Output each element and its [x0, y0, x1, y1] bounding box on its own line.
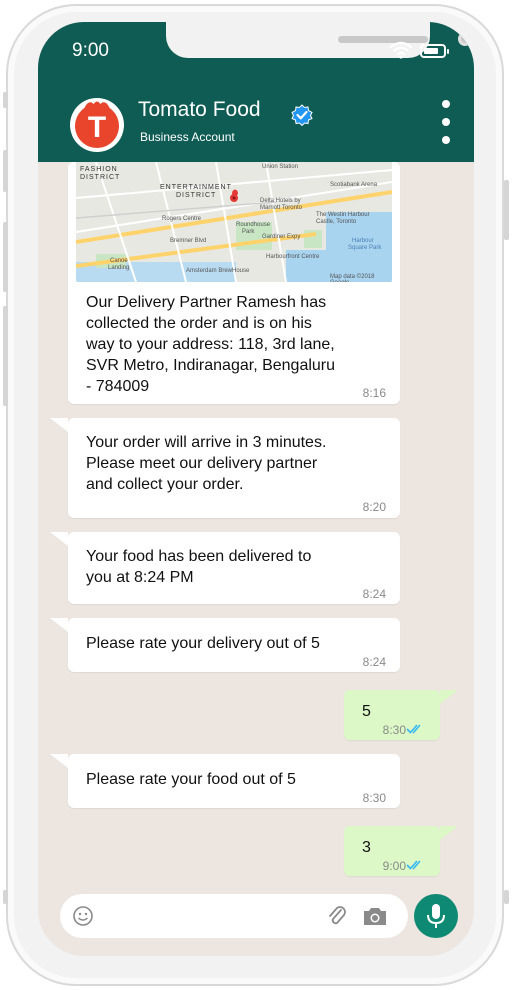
map-label: DISTRICT: [80, 174, 121, 181]
status-time: 9:00: [72, 40, 109, 61]
message-text: you at 8:24 PM: [86, 569, 194, 586]
contact-avatar[interactable]: T: [70, 98, 124, 152]
phone-side-button: [3, 92, 8, 108]
microphone-icon: [427, 904, 445, 928]
map-thumbnail[interactable]: FASHION DISTRICT ENTERTAINMENT DISTRICT …: [76, 162, 392, 282]
map-label: FASHION: [80, 166, 118, 173]
message-time: 8:30: [362, 791, 386, 805]
phone-lower-button-left: [3, 890, 8, 904]
chat-header: T Tomato Food Business Account: [38, 82, 474, 162]
message-bubble: Your order will arrive in 3 minutes. Ple…: [50, 418, 400, 518]
message-text: Our Delivery Partner Ramesh has: [86, 294, 327, 311]
map-label: Canoe: [110, 258, 128, 264]
message-text: Please rate your food out of 5: [86, 771, 296, 788]
map-label: Marriott Toronto: [260, 205, 302, 211]
map-label: Landing: [108, 265, 130, 271]
phone-volume-up: [3, 150, 8, 192]
read-receipt-icon: [406, 724, 421, 734]
verified-badge-icon: [291, 104, 313, 126]
map-label: Castle, Toronto: [316, 219, 357, 225]
message-input[interactable]: [60, 894, 408, 938]
map-label: DISTRICT: [176, 192, 217, 199]
message-bubble-outgoing: 5 8:30: [344, 690, 458, 740]
message-text: 3: [362, 839, 371, 856]
logo-letter: T: [88, 111, 106, 144]
message-time: 8:20: [362, 500, 386, 514]
map-label: Gardiner Expy: [262, 234, 301, 240]
map-label: Harbourfront Centre: [266, 254, 320, 260]
map-label: Rogers Centre: [162, 216, 202, 222]
battery-icon: [420, 44, 449, 58]
camera-icon[interactable]: [362, 905, 388, 927]
message-text: Your order will arrive in 3 minutes.: [86, 434, 327, 451]
map-label: Bremner Blvd: [170, 238, 207, 244]
phone-screen: 9:00 T Tomato Food Business Account FASH…: [38, 22, 474, 956]
voice-message-button[interactable]: [414, 894, 458, 938]
message-bubble-outgoing: 3 9:00: [344, 826, 458, 876]
message-text: - 784009: [86, 378, 150, 395]
message-time: 8:24: [362, 655, 386, 669]
message-text: Please meet our delivery partner: [86, 455, 318, 472]
message-time: 8:16: [362, 386, 386, 400]
more-options-icon[interactable]: [436, 100, 456, 144]
map-label: Map data ©2018 Google: [330, 274, 375, 282]
contact-name[interactable]: Tomato Food: [138, 98, 261, 122]
message-text: way to your address: 118, 3rd lane,: [86, 336, 335, 353]
map-label: Delta Hotels by: [260, 198, 301, 204]
attach-icon[interactable]: [326, 904, 348, 928]
message-text: collected the order and is on his: [86, 315, 312, 332]
chat-area[interactable]: FASHION DISTRICT ENTERTAINMENT DISTRICT …: [38, 162, 474, 882]
read-receipt-icon: [406, 860, 421, 870]
message-text: Your food has been delivered to: [86, 548, 312, 565]
tomato-logo-icon: T: [75, 101, 119, 148]
phone-power-button: [504, 180, 509, 240]
message-time: 8:30: [382, 723, 406, 737]
map-label: Harbour: [352, 238, 374, 244]
map-label: The Westin Harbour: [316, 212, 370, 218]
message-text: and collect your order.: [86, 476, 244, 493]
message-bubble: Please rate your food out of 5 8:30: [50, 754, 400, 808]
emoji-icon[interactable]: [72, 905, 94, 927]
speaker: [338, 36, 428, 43]
message-time: 8:24: [362, 587, 386, 601]
map-label: Scotiabank Arena: [330, 182, 378, 188]
wifi-icon: [390, 41, 412, 59]
map-label: ENTERTAINMENT: [160, 184, 232, 191]
phone-volume-extra: [3, 306, 8, 406]
message-time: 9:00: [382, 859, 406, 873]
map-label: Roundhouse: [236, 222, 271, 228]
status-bar: 9:00: [38, 22, 474, 82]
message-text: 5: [362, 703, 371, 720]
map-label: Union Station: [262, 164, 299, 170]
battery-level: [424, 48, 438, 54]
phone-volume-down: [3, 222, 8, 292]
message-bubble: Your food has been delivered to you at 8…: [50, 532, 400, 604]
message-text: Please rate your delivery out of 5: [86, 635, 320, 652]
map-label: Amsterdam BrewHouse: [186, 268, 250, 274]
map-label: Square Park: [348, 245, 382, 251]
map-label: Park: [242, 229, 255, 235]
message-bubble: Please rate your delivery out of 5 8:24: [50, 618, 400, 672]
message-text: SVR Metro, Indiranagar, Bengaluru: [86, 357, 336, 374]
contact-subtitle: Business Account: [140, 130, 235, 144]
message-bubble-location: FASHION DISTRICT ENTERTAINMENT DISTRICT …: [68, 162, 400, 404]
phone-lower-button: [504, 890, 509, 904]
front-camera: [458, 32, 472, 46]
